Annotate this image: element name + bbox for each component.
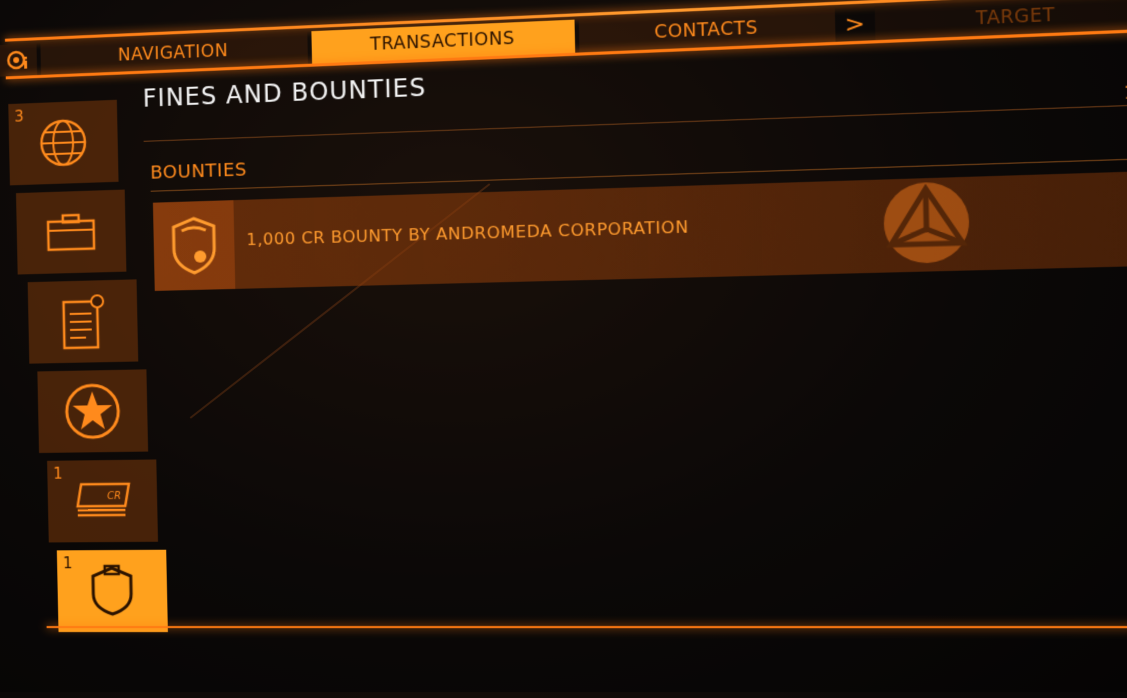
star-emblem-icon (62, 381, 123, 442)
hud-scene: NAVIGATION TRANSACTIONS CONTACTS > TARGE… (0, 0, 1127, 692)
sidebar-item-count: 3 (14, 107, 24, 125)
sidebar-item-global[interactable]: 3 (8, 100, 118, 186)
comms-panel-icon[interactable] (0, 43, 37, 76)
bounty-badge-icon (165, 212, 223, 280)
sidebar-item-vouchers[interactable]: 1 CR (47, 459, 158, 542)
shield-badge-icon (87, 564, 138, 618)
sidebar-item-count: 1 (53, 465, 63, 483)
row-icon-box (153, 200, 235, 291)
svg-text:CR: CR (107, 491, 121, 502)
tab-next-arrow[interactable]: > (839, 7, 871, 42)
sidebar-item-count: 1 (63, 554, 73, 572)
faction-emblem-icon (874, 179, 979, 267)
transactions-panel: NAVIGATION TRANSACTIONS CONTACTS > TARGE… (0, 0, 1127, 697)
sidebar-item-reputation[interactable] (37, 369, 148, 453)
sidebar-item-fines-bounties[interactable]: 1 (57, 550, 168, 632)
sidebar-item-missions[interactable] (28, 279, 139, 363)
section-label-bounties: BOUNTIES (150, 159, 247, 183)
briefcase-icon (45, 211, 97, 252)
divider (144, 105, 1127, 142)
bottom-border (47, 626, 1127, 628)
bounty-row[interactable]: 1,000 CR BOUNTY BY ANDROMEDA CORPORATION (153, 171, 1127, 290)
globe-icon (37, 116, 89, 170)
sidebar-item-cargo[interactable] (16, 190, 126, 275)
mission-document-icon (57, 291, 108, 352)
page-title: FINES AND BOUNTIES (142, 73, 426, 113)
bounty-text: 1,000 CR BOUNTY BY ANDROMEDA CORPORATION (246, 217, 689, 249)
credits-stack-icon: CR (71, 480, 133, 523)
